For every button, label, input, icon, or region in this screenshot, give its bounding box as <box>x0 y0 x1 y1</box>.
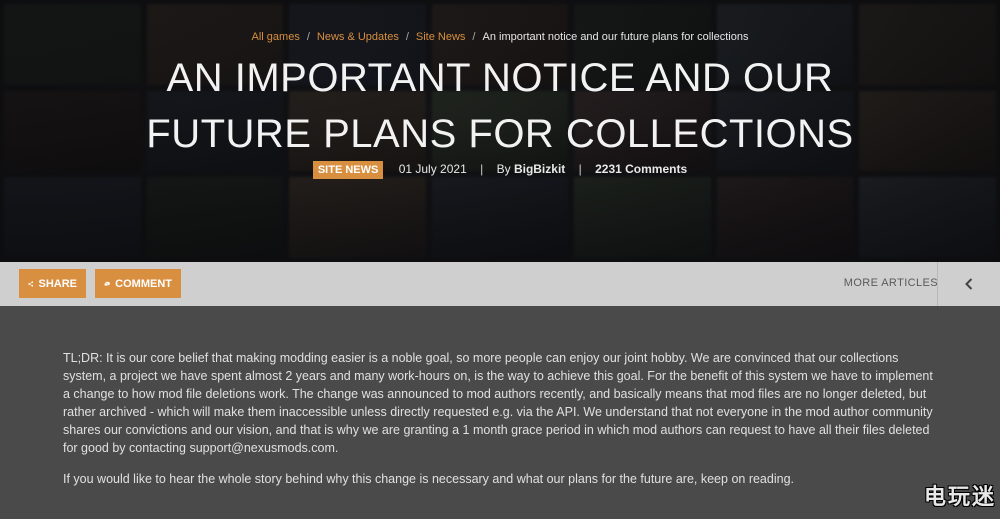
author-link[interactable]: BigBizkit <box>514 162 565 176</box>
article-title: AN IMPORTANT NOTICE AND OUR FUTURE PLANS… <box>146 56 854 156</box>
breadcrumb-all-games[interactable]: All games <box>252 31 300 43</box>
breadcrumb-separator: / <box>306 31 310 43</box>
article-meta: SITE NEWS 01 July 2021 | By BigBizkit | … <box>0 161 1000 179</box>
category-badge[interactable]: SITE NEWS <box>312 161 384 179</box>
breadcrumb-separator: / <box>405 31 409 43</box>
article-body: TL;DR: It is our core belief that making… <box>0 306 1000 519</box>
breadcrumb-news-updates[interactable]: News & Updates <box>317 31 399 43</box>
comment-bubble-icon <box>104 281 110 286</box>
breadcrumb-site-news[interactable]: Site News <box>416 31 466 43</box>
article-paragraph: TL;DR: It is our core belief that making… <box>63 351 933 455</box>
breadcrumb-current: An important notice and our future plans… <box>482 31 749 43</box>
meta-separator: | <box>578 162 582 177</box>
article-paragraph: If you would like to hear the whole stor… <box>63 472 794 486</box>
breadcrumb: All games / News & Updates / Site News / An im… <box>0 31 1000 43</box>
comment-button[interactable]: COMMENT <box>95 269 181 298</box>
watermark-char: 玩 <box>947 485 970 510</box>
breadcrumb-separator: / <box>472 31 476 43</box>
comment-label: COMMENT <box>115 277 172 290</box>
author-prefix: By <box>496 162 511 177</box>
watermark-char: 迷 <box>971 485 994 510</box>
more-articles-toggle[interactable] <box>937 262 1000 306</box>
meta-separator: | <box>480 162 484 177</box>
share-label: SHARE <box>38 277 77 290</box>
article-action-bar: SHARE COMMENT MORE ARTICLES <box>0 262 1000 306</box>
article-date: 01 July 2021 <box>398 162 467 177</box>
chevron-left-icon <box>965 278 973 290</box>
comments-link[interactable]: 2231 Comments <box>595 162 687 176</box>
more-articles-link[interactable]: MORE ARTICLES <box>844 277 938 289</box>
share-icon <box>28 280 34 287</box>
share-button[interactable]: SHARE <box>19 269 86 298</box>
article-hero: All games / News & Updates / Site News / An im… <box>0 0 1000 262</box>
site-watermark-logo: 电 玩 迷 <box>924 479 994 511</box>
watermark-char: 电 <box>923 485 946 510</box>
